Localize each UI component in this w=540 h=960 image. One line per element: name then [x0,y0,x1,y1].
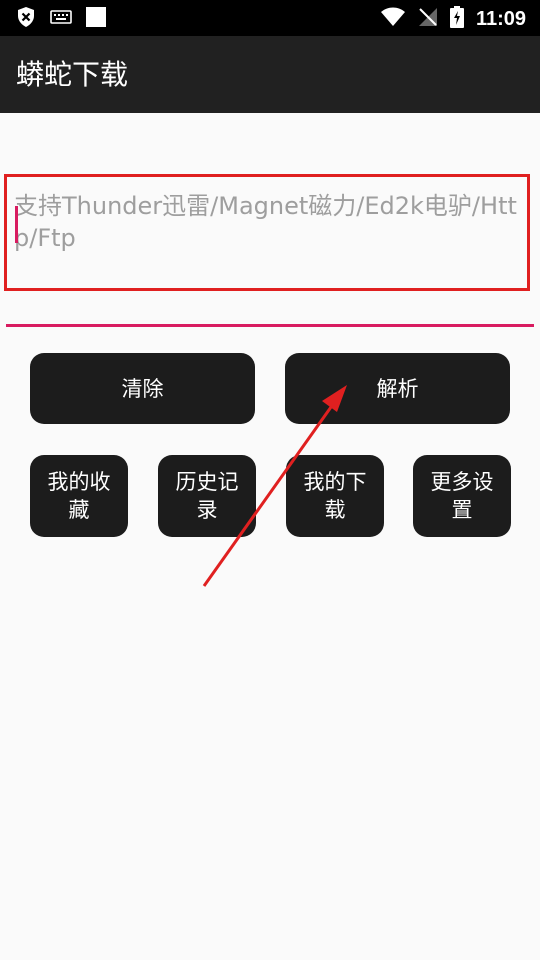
status-time: 11:09 [475,8,526,30]
annotation-highlight-box [4,174,530,291]
wifi-icon [380,7,406,31]
app-bar: 蟒蛇下载 [0,36,540,113]
more-settings-button[interactable]: 更多设置 [413,455,511,537]
square-icon [86,7,106,31]
favorites-button[interactable]: 我的收藏 [30,455,128,537]
favorites-button-label: 我的收藏 [47,470,111,522]
downloads-button-label: 我的下载 [303,470,367,522]
clear-button[interactable]: 清除 [30,353,255,424]
shield-x-icon [16,6,36,32]
downloads-button[interactable]: 我的下载 [286,455,384,537]
history-button-label: 历史记录 [175,470,239,522]
more-settings-button-label: 更多设置 [430,470,494,522]
keyboard-icon [50,9,72,29]
clear-button-label: 清除 [121,376,164,401]
status-bar: 11:09 [0,0,540,36]
input-underline [6,324,534,327]
parse-button[interactable]: 解析 [285,353,510,424]
no-signal-icon [418,7,438,31]
history-button[interactable]: 历史记录 [158,455,256,537]
battery-charging-icon [449,6,464,32]
parse-button-label: 解析 [376,376,419,401]
app-title: 蟒蛇下载 [16,58,129,91]
